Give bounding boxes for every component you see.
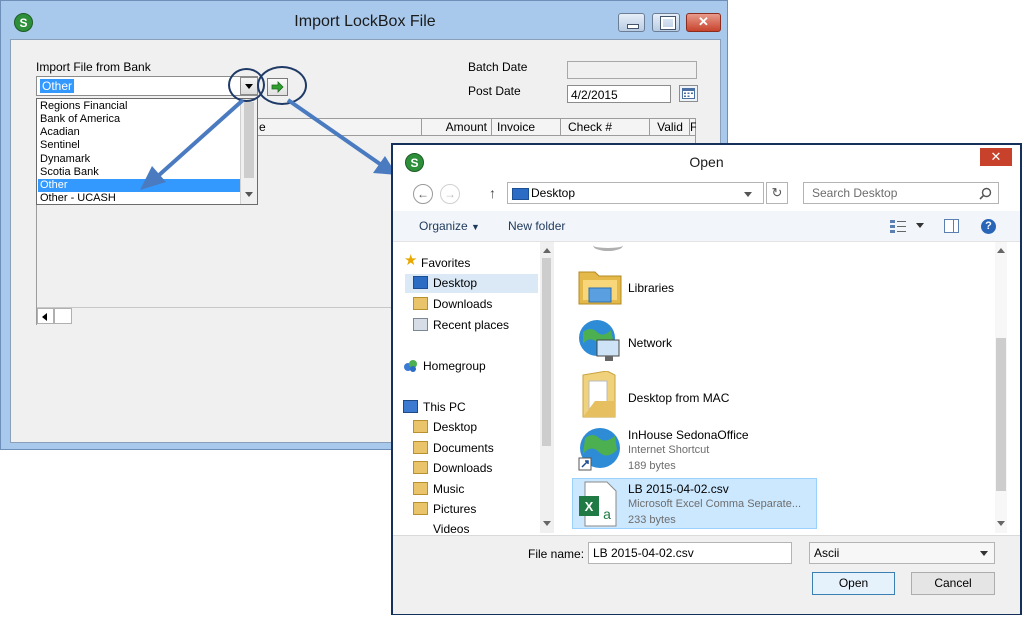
nav-scroll-thumb[interactable] — [542, 258, 551, 446]
pictures-folder-icon — [413, 502, 428, 515]
chevron-up-icon[interactable] — [543, 248, 551, 253]
excel-csv-icon: Xa — [579, 481, 617, 527]
computer-icon — [403, 400, 418, 413]
homegroup-icon — [403, 359, 418, 373]
internet-shortcut-icon — [577, 426, 623, 472]
arrow-left-icon: ← — [417, 187, 429, 201]
nav-homegroup[interactable]: Homegroup — [404, 357, 486, 375]
open-file-dialog: S Open ✕ ← → ↑ Desktop ↻ Search Desktop … — [391, 143, 1022, 615]
file-item-type: Microsoft Excel Comma Separate... — [628, 498, 802, 510]
arrow-up-icon: ↑ — [489, 185, 496, 201]
details-view-icon — [890, 220, 906, 233]
help-icon: ? — [985, 220, 992, 232]
chevron-down-icon: ▼ — [471, 222, 480, 232]
file-name-value: LB 2015-04-02.csv — [593, 546, 694, 560]
file-item-inhouse-sedonaoffice[interactable]: InHouse SedonaOffice — [628, 428, 749, 442]
organize-button[interactable]: Organize ▼ — [419, 219, 480, 233]
preview-pane-button[interactable] — [944, 219, 959, 233]
desktop-icon — [512, 188, 529, 200]
back-button[interactable]: ← — [413, 184, 433, 204]
new-folder-button[interactable]: New folder — [508, 219, 565, 233]
chevron-down-icon[interactable] — [980, 551, 988, 556]
arrowhead — [140, 166, 166, 190]
nav-pc-videos[interactable]: Videos — [433, 520, 469, 534]
file-item-size: 233 bytes — [628, 514, 676, 526]
file-item-libraries[interactable]: Libraries — [628, 281, 674, 295]
open-button[interactable]: Open — [812, 572, 895, 595]
dialog-footer: File name: LB 2015-04-02.csv Ascii Open … — [393, 535, 1020, 614]
nav-favorites-desktop[interactable]: Desktop — [413, 274, 477, 292]
arrow-to-dropdown — [156, 98, 245, 178]
cancel-button[interactable]: Cancel — [911, 572, 995, 595]
forward-button[interactable]: → — [440, 184, 460, 204]
dialog-toolbar: Organize ▼ New folder ? — [393, 211, 1020, 242]
documents-folder-icon — [413, 441, 428, 454]
file-name-input[interactable]: LB 2015-04-02.csv — [588, 542, 792, 564]
file-name-label: File name: — [528, 547, 585, 561]
chevron-down-icon[interactable] — [997, 521, 1005, 526]
dialog-close-button[interactable]: ✕ — [980, 148, 1012, 166]
downloads-folder-icon — [413, 297, 428, 310]
file-list-scroll-thumb[interactable] — [996, 338, 1006, 491]
arrow-to-open-dialog — [286, 98, 382, 166]
preview-pane-icon — [953, 220, 954, 232]
help-button[interactable]: ? — [981, 219, 996, 234]
nav-pc-music[interactable]: Music — [413, 480, 464, 498]
desktop-icon — [413, 276, 428, 289]
navigation-pane: ★ Favorites Desktop Downloads Recent plac… — [393, 242, 555, 534]
nav-favorites[interactable]: ★ Favorites — [404, 252, 470, 272]
file-item-lb-csv[interactable]: LB 2015-04-02.csv — [628, 482, 729, 496]
chevron-down-icon[interactable] — [543, 521, 551, 526]
address-location: Desktop — [531, 186, 576, 200]
desktop-folder-icon — [413, 420, 428, 433]
nav-pc-pictures[interactable]: Pictures — [413, 500, 476, 518]
recent-places-icon — [413, 318, 428, 331]
music-folder-icon — [413, 482, 428, 495]
file-item-network[interactable]: Network — [628, 336, 672, 350]
partial-item-icon — [593, 242, 623, 251]
dialog-title: Open — [689, 154, 724, 170]
folder-icon — [581, 370, 617, 419]
search-input[interactable]: Search Desktop — [803, 182, 999, 204]
refresh-icon: ↻ — [771, 185, 783, 200]
nav-favorites-downloads[interactable]: Downloads — [413, 295, 492, 313]
file-list: Libraries Network Desktop from MAC InHou… — [557, 242, 1007, 533]
close-icon: ✕ — [990, 149, 1002, 164]
nav-pc-desktop[interactable]: Desktop — [413, 418, 477, 436]
downloads-folder-icon — [413, 461, 428, 474]
nav-this-pc[interactable]: This PC — [403, 398, 466, 416]
svg-text:a: a — [603, 506, 611, 522]
nav-pc-downloads[interactable]: Downloads — [413, 459, 492, 477]
libraries-icon — [577, 264, 623, 308]
star-icon: ★ — [404, 252, 418, 269]
nav-scrollbar[interactable] — [540, 242, 554, 533]
chevron-down-icon[interactable] — [916, 223, 924, 228]
nav-pc-documents[interactable]: Documents — [413, 439, 494, 457]
network-icon — [577, 318, 623, 364]
up-button[interactable]: ↑ — [489, 185, 496, 201]
file-type-value: Ascii — [814, 546, 840, 560]
svg-text:X: X — [585, 499, 594, 514]
chevron-down-icon[interactable] — [744, 192, 752, 197]
address-bar[interactable]: Desktop — [507, 182, 764, 204]
search-icon — [979, 187, 992, 200]
view-options-button[interactable] — [890, 219, 907, 233]
file-type-select[interactable]: Ascii — [809, 542, 995, 564]
search-placeholder: Search Desktop — [812, 186, 898, 200]
refresh-button[interactable]: ↻ — [766, 182, 788, 204]
chevron-up-icon[interactable] — [997, 248, 1005, 253]
nav-recent-places[interactable]: Recent places — [413, 316, 509, 334]
arrow-right-icon: → — [444, 187, 456, 201]
file-item-type: Internet Shortcut — [628, 444, 710, 456]
file-list-scrollbar[interactable] — [995, 242, 1007, 533]
file-item-size: 189 bytes — [628, 460, 676, 472]
file-item-desktop-from-mac[interactable]: Desktop from MAC — [628, 391, 729, 405]
